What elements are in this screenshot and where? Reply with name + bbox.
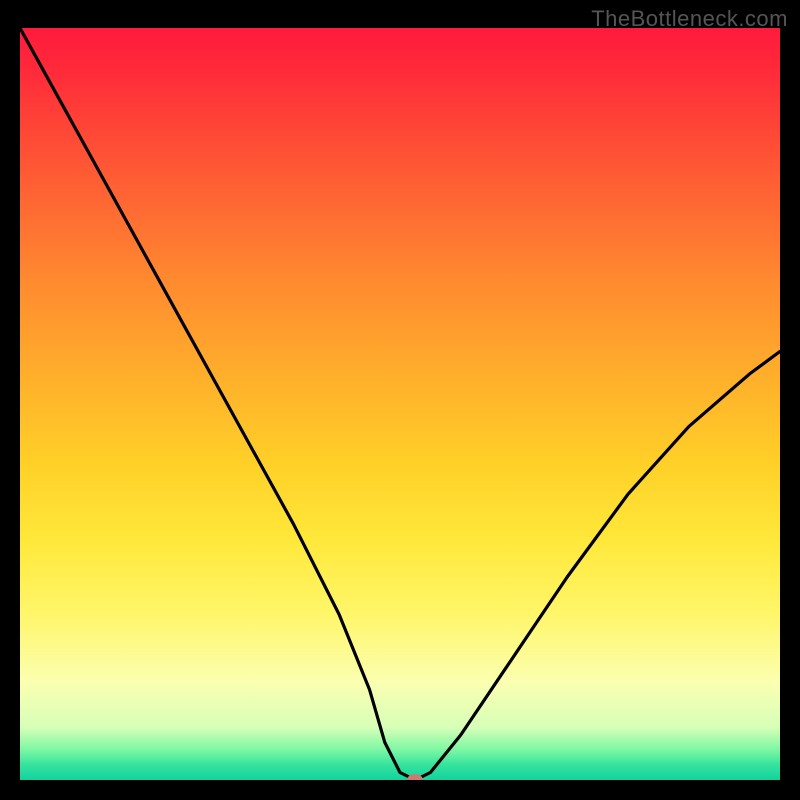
chart-frame: TheBottleneck.com (0, 0, 800, 800)
plot-area (20, 28, 780, 780)
bottleneck-curve (20, 28, 780, 780)
curve-path (20, 28, 780, 780)
watermark-text: TheBottleneck.com (591, 6, 788, 32)
minimum-marker-icon (407, 774, 423, 780)
